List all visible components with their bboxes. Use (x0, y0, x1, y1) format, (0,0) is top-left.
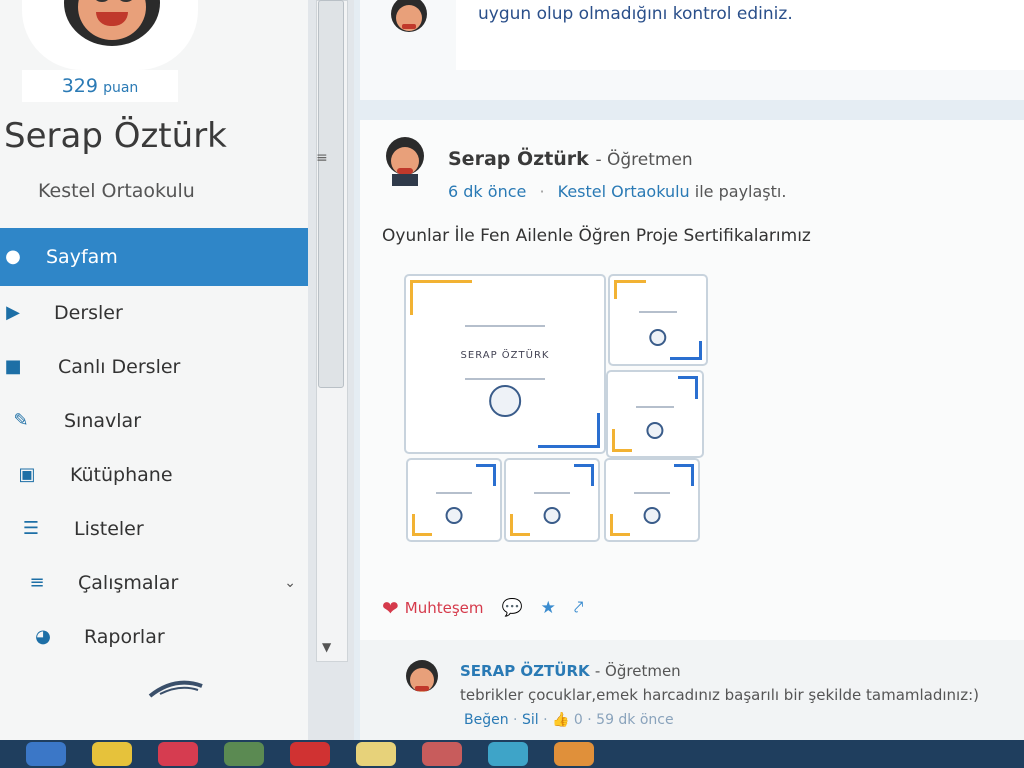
pie-chart-icon: ◕ (35, 626, 51, 647)
post-author[interactable]: Serap Öztürk - Öğretmen (448, 148, 693, 170)
scroll-down-arrow-icon[interactable]: ▼ (322, 640, 331, 654)
chrome-icon[interactable] (92, 742, 132, 766)
comment-meta: Beğen · Sil · 👍 0 · 59 dk önce (464, 712, 674, 728)
firefox-icon[interactable] (554, 742, 594, 766)
search-list-icon: ≡ (29, 572, 45, 593)
points-value: 329 (61, 75, 98, 97)
points-badge: 329 puan (22, 70, 178, 102)
sidebar-item-label: Kütüphane (70, 464, 173, 486)
video-camera-icon: ■ (4, 356, 22, 377)
sidebar: 329 puan Serap Öztürk Kestel Ortaokulu ●… (0, 0, 308, 740)
sidebar-item-label: Dersler (54, 302, 123, 324)
meta-separator: · (539, 182, 545, 201)
certificate-image[interactable] (608, 274, 708, 366)
post-shared-suffix: ile paylaştı. (694, 182, 787, 201)
sidebar-item-kutuphane[interactable]: ▣ Kütüphane (0, 448, 308, 502)
post-title: Oyunlar İle Fen Ailenle Öğren Proje Sert… (382, 226, 811, 246)
previous-post-card: uygun olup olmadığını kontrol ediniz. (360, 0, 1024, 100)
post-author-role: - Öğretmen (595, 150, 693, 170)
comment-author-name[interactable]: SERAP ÖZTÜRK (460, 662, 590, 680)
avatar[interactable] (64, 0, 160, 46)
sidebar-item-label: Sınavlar (64, 410, 142, 432)
certificate-image[interactable]: SERAP ÖZTÜRK (404, 274, 606, 454)
certificate-image[interactable] (604, 458, 700, 542)
menu-toggle-icon[interactable]: ≡ (316, 150, 328, 166)
pencil-icon: ✎ (13, 410, 29, 431)
heart-icon: ❤ (382, 596, 399, 620)
windows-start-icon[interactable] (26, 742, 66, 766)
mail-icon[interactable] (488, 742, 528, 766)
sidebar-item-sinavlar[interactable]: ✎ Sınavlar (0, 394, 308, 448)
post-time[interactable]: 6 dk önce (448, 182, 526, 201)
comment-like-link[interactable]: Beğen (464, 712, 509, 728)
previous-post-text: uygun olup olmadığını kontrol ediniz. (478, 4, 793, 24)
certificate-name: SERAP ÖZTÜRK (460, 349, 550, 361)
star-icon[interactable]: ★ (541, 598, 556, 618)
main-feed: uygun olup olmadığını kontrol ediniz. Se… (354, 0, 1024, 740)
sidebar-item-canli-dersler[interactable]: ■ Canlı Dersler (0, 340, 308, 394)
share-icon[interactable]: ⤤ (574, 598, 584, 618)
profile-name: Serap Öztürk (4, 116, 227, 156)
like-label: Muhteşem (404, 599, 484, 617)
profile-avatar-card (22, 0, 198, 70)
post-shared-with[interactable]: Kestel Ortaokulu (558, 182, 690, 201)
sidebar-item-label: Listeler (74, 518, 144, 540)
points-unit: puan (103, 80, 139, 96)
library-icon: ▣ (18, 464, 36, 485)
post-card: Serap Öztürk - Öğretmen 6 dk önce · Kest… (360, 120, 1024, 740)
user-icon: ● (5, 246, 21, 267)
sidebar-scrollbar[interactable]: ≡ ▼ (308, 0, 354, 740)
scrollbar-thumb[interactable] (318, 0, 344, 388)
sidebar-item-label: Sayfam (46, 246, 118, 268)
comment-text: tebrikler çocuklar,emek harcadınız başar… (460, 686, 980, 704)
comment-icon[interactable]: 💬 (502, 598, 523, 618)
list-icon: ☰ (22, 518, 40, 539)
paint-icon[interactable] (422, 742, 462, 766)
sidebar-item-label: Canlı Dersler (58, 356, 181, 378)
comment-author[interactable]: SERAP ÖZTÜRK - Öğretmen (460, 662, 681, 680)
sidebar-item-label: Çalışmalar (78, 572, 179, 594)
sidebar-item-calismalar[interactable]: ≡ Çalışmalar ⌄ (0, 556, 308, 610)
chevron-down-icon[interactable]: ⌄ (284, 575, 296, 591)
sidebar-item-raporlar[interactable]: ◕ Raporlar (0, 610, 308, 664)
sidebar-item-label: Raporlar (84, 626, 165, 648)
comment-time: 59 dk önce (596, 712, 674, 728)
sidebar-item-listeler[interactable]: ☰ Listeler (0, 502, 308, 556)
play-circle-icon: ▶ (6, 302, 20, 323)
comment-like-count: 0 (573, 712, 583, 728)
opera-icon[interactable] (158, 742, 198, 766)
like-button[interactable]: ❤ Muhteşem (382, 596, 484, 620)
app-icon[interactable] (224, 742, 264, 766)
brand-logo (148, 680, 203, 698)
sidebar-item-dersler[interactable]: ▶ Dersler (0, 286, 308, 340)
opera-icon[interactable] (290, 742, 330, 766)
certificate-image[interactable] (504, 458, 600, 542)
folder-icon[interactable] (356, 742, 396, 766)
post-meta: 6 dk önce · Kestel Ortaokulu ile paylaşt… (448, 182, 786, 201)
profile-school: Kestel Ortaokulu (38, 180, 195, 202)
certificate-image[interactable] (406, 458, 502, 542)
post-actions: ❤ Muhteşem 💬 ★ ⤤ (382, 596, 584, 620)
comment-author-role: - Öğretmen (594, 662, 681, 680)
sidebar-item-sayfam[interactable]: ● Sayfam (0, 228, 308, 286)
comment: SERAP ÖZTÜRK - Öğretmen tebrikler çocukl… (360, 640, 1024, 740)
avatar[interactable] (386, 0, 432, 40)
comment-delete-link[interactable]: Sil (522, 712, 539, 728)
post-author-name[interactable]: Serap Öztürk (448, 148, 589, 170)
avatar[interactable] (402, 658, 442, 700)
sidebar-menu: ● Sayfam ▶ Dersler ■ Canlı Dersler ✎ Sın… (0, 228, 308, 664)
avatar[interactable] (382, 136, 428, 186)
certificate-image[interactable] (606, 370, 704, 458)
thumbs-up-icon[interactable]: 👍 (552, 712, 569, 728)
taskbar (0, 740, 1024, 768)
